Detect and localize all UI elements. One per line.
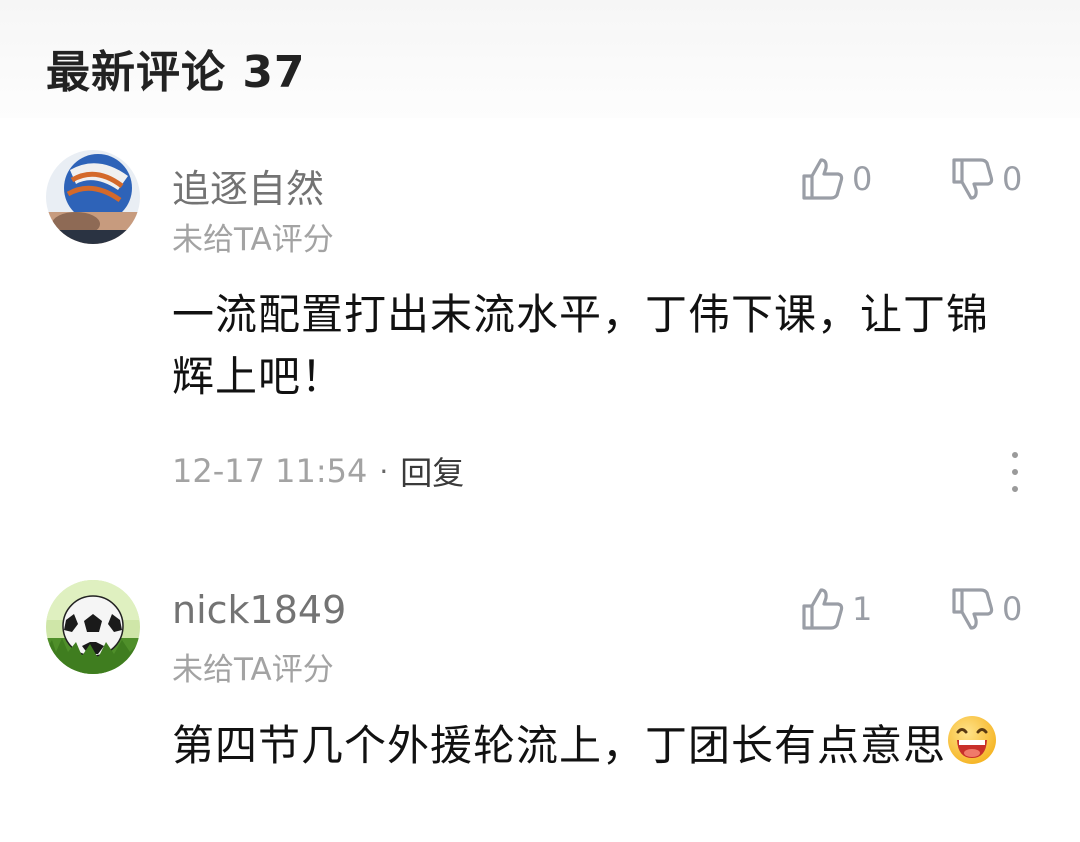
thumbs-down-icon — [950, 586, 996, 632]
comment-content: 第四节几个外援轮流上，丁团长有点意思 — [172, 714, 1002, 783]
comment-username[interactable]: 追逐自然 — [172, 158, 324, 213]
comment-time: 12-17 11:54 — [172, 452, 368, 490]
comment-content: 一流配置打出末流水平，丁伟下课，让丁锦辉上吧！ — [172, 290, 990, 401]
like-button[interactable]: 0 — [800, 156, 872, 202]
comment-username[interactable]: nick1849 — [172, 588, 346, 632]
thumbs-up-icon — [800, 586, 846, 632]
section-title: 最新评论 37 — [46, 47, 306, 98]
meta-separator: · — [379, 454, 389, 488]
like-count: 1 — [852, 590, 873, 628]
dislike-count: 0 — [1002, 590, 1023, 628]
dislike-button[interactable]: 0 — [950, 156, 1022, 202]
section-header: 最新评论 37 — [0, 0, 1080, 118]
laughing-emoji-icon — [946, 714, 998, 783]
dislike-count: 0 — [1002, 160, 1023, 198]
like-count: 0 — [852, 160, 873, 198]
comment-rating-text: 未给TA评分 — [172, 222, 334, 258]
comment-text: 第四节几个外援轮流上，丁团长有点意思 — [172, 721, 947, 770]
dislike-button[interactable]: 0 — [950, 586, 1022, 632]
like-button[interactable]: 1 — [800, 586, 872, 632]
avatar[interactable] — [46, 150, 140, 244]
thumbs-up-icon — [800, 156, 846, 202]
thumbs-down-icon — [950, 156, 996, 202]
more-vertical-icon[interactable] — [1005, 452, 1025, 492]
comment-meta: 12-17 11:54 · 回复 — [172, 448, 464, 494]
comment-rating-text: 未给TA评分 — [172, 652, 334, 688]
reply-button[interactable]: 回复 — [400, 448, 464, 494]
avatar[interactable] — [46, 580, 140, 674]
